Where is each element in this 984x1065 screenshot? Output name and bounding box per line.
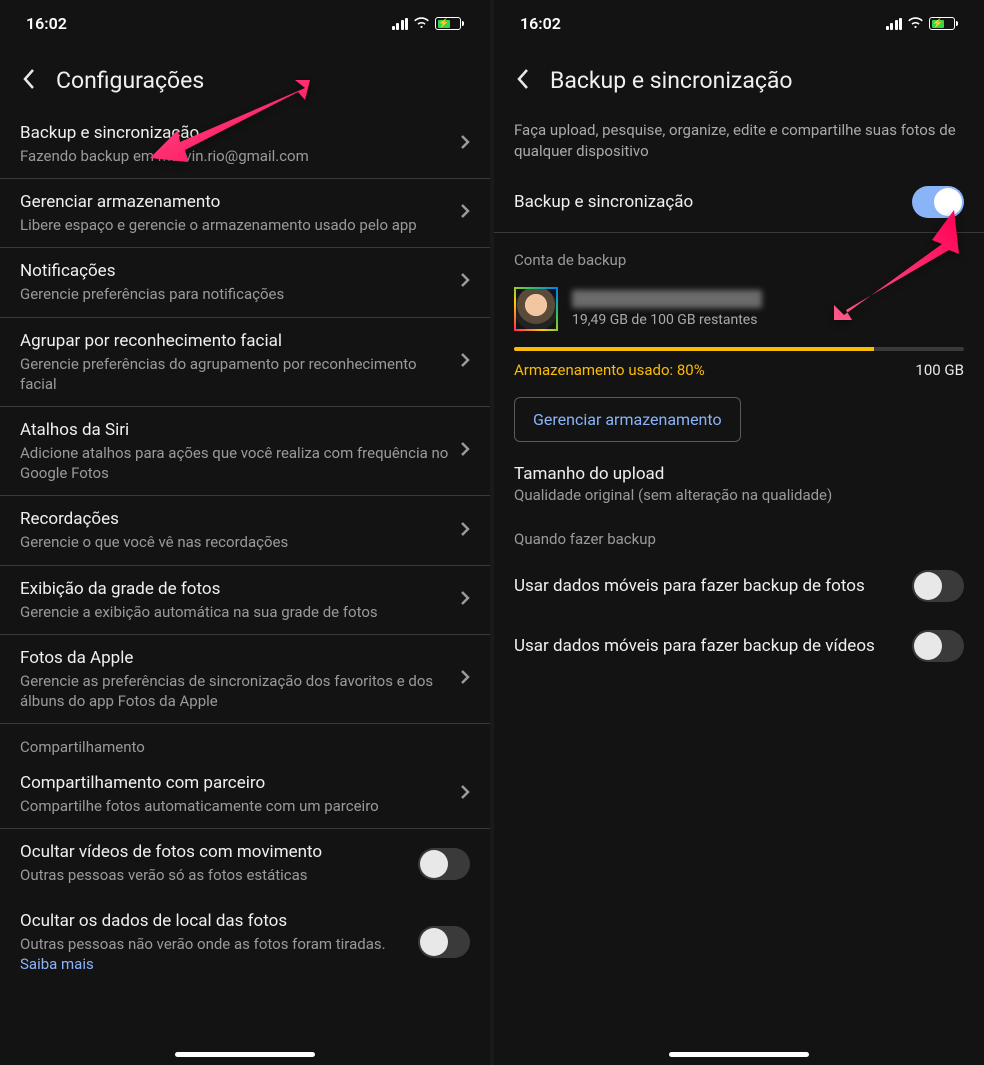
row-title: Exibição da grade de fotos <box>20 578 450 601</box>
row-notifications[interactable]: Notificações Gerencie preferências para … <box>0 248 490 317</box>
row-memories[interactable]: Recordações Gerencie o que você vê nas r… <box>0 496 490 565</box>
row-subtitle: Gerencie preferências para notificações <box>20 284 450 304</box>
section-header-account: Conta de backup <box>494 233 984 273</box>
chevron-right-icon <box>460 521 470 541</box>
toggle-mobile-videos[interactable] <box>912 630 964 662</box>
wifi-icon <box>907 14 924 33</box>
account-row[interactable]: 19,49 GB de 100 GB restantes <box>494 273 984 339</box>
row-subtitle: Outras pessoas verão só as fotos estátic… <box>20 865 408 885</box>
row-manage-storage[interactable]: Gerenciar armazenamento Libere espaço e … <box>0 179 490 248</box>
chevron-right-icon <box>460 352 470 372</box>
chevron-right-icon <box>460 203 470 223</box>
row-upload-size[interactable]: Tamanho do upload Qualidade original (se… <box>494 448 984 510</box>
manage-storage-button[interactable]: Gerenciar armazenamento <box>514 397 741 442</box>
avatar <box>514 287 558 331</box>
row-subtitle: Qualidade original (sem alteração na qua… <box>514 486 964 504</box>
row-title: Fotos da Apple <box>20 647 450 670</box>
chevron-right-icon <box>460 669 470 689</box>
home-indicator[interactable] <box>175 1052 315 1057</box>
header: Configurações <box>0 39 490 110</box>
chevron-right-icon <box>460 441 470 461</box>
storage-total-label: 100 GB <box>915 361 964 379</box>
learn-more-link[interactable]: Saiba mais <box>20 955 94 973</box>
row-title: Recordações <box>20 508 450 531</box>
status-bar: 16:02 ⚡ <box>0 0 490 39</box>
row-face-grouping[interactable]: Agrupar por reconhecimento facial Gerenc… <box>0 318 490 407</box>
status-bar: 16:02 ⚡ <box>494 0 984 39</box>
cellular-icon <box>392 18 409 30</box>
toggle-mobile-photos[interactable] <box>912 570 964 602</box>
row-subtitle: Adicione atalhos para ações que você rea… <box>20 443 450 484</box>
page-title: Backup e sincronização <box>550 67 793 94</box>
battery-icon: ⚡ <box>929 17 958 30</box>
row-subtitle: Libere espaço e gerencie o armazenamento… <box>20 215 450 235</box>
chevron-right-icon <box>460 590 470 610</box>
page-title: Configurações <box>56 67 204 94</box>
row-subtitle: Gerencie o que você vê nas recordações <box>20 532 450 552</box>
row-title: Gerenciar armazenamento <box>20 191 450 214</box>
row-title: Ocultar vídeos de fotos com movimento <box>20 841 408 864</box>
chevron-right-icon <box>460 272 470 292</box>
account-storage-remaining: 19,49 GB de 100 GB restantes <box>572 312 964 328</box>
row-title: Backup e sincronização <box>20 122 450 145</box>
home-indicator[interactable] <box>669 1052 809 1057</box>
status-icons: ⚡ <box>886 14 959 33</box>
storage-bar-fill <box>514 347 874 351</box>
right-screenshot: 16:02 ⚡ Backup e sincronização Faça uplo… <box>494 0 984 1065</box>
row-grid-layout[interactable]: Exibição da grade de fotos Gerencie a ex… <box>0 566 490 635</box>
row-backup-sync[interactable]: Backup e sincronização Fazendo backup em… <box>0 110 490 179</box>
toggle-hide-motion[interactable] <box>418 848 470 880</box>
row-partner-sharing[interactable]: Compartilhamento com parceiro Compartilh… <box>0 760 490 829</box>
row-hide-location: Ocultar os dados de local das fotos Outr… <box>0 898 490 986</box>
row-title: Compartilhamento com parceiro <box>20 772 450 795</box>
row-siri-shortcuts[interactable]: Atalhos da Siri Adicione atalhos para aç… <box>0 407 490 496</box>
chevron-right-icon <box>460 784 470 804</box>
back-button[interactable] <box>516 68 530 94</box>
toggle-hide-location[interactable] <box>418 926 470 958</box>
status-time: 16:02 <box>26 14 67 33</box>
row-hide-motion-video: Ocultar vídeos de fotos com movimento Ou… <box>0 829 490 897</box>
row-title: Atalhos da Siri <box>20 419 450 442</box>
row-subtitle: Gerencie preferências do agrupamento por… <box>20 354 450 395</box>
storage-used-label: Armazenamento usado: 80% <box>514 361 705 379</box>
wifi-icon <box>413 14 430 33</box>
row-apple-photos[interactable]: Fotos da Apple Gerencie as preferências … <box>0 635 490 724</box>
row-title: Agrupar por reconhecimento facial <box>20 330 450 353</box>
section-header-sharing: Compartilhamento <box>0 724 490 760</box>
row-title: Notificações <box>20 260 450 283</box>
chevron-right-icon <box>460 134 470 154</box>
status-time: 16:02 <box>520 14 561 33</box>
row-title: Tamanho do upload <box>514 464 964 484</box>
option-label: Usar dados móveis para fazer backup de f… <box>514 576 865 596</box>
settings-list: Backup e sincronização Fazendo backup em… <box>0 110 490 986</box>
row-subtitle: Outras pessoas não verão onde as fotos f… <box>20 934 408 975</box>
storage-meter: Armazenamento usado: 80% 100 GB <box>494 339 984 379</box>
row-mobile-data-videos: Usar dados móveis para fazer backup de v… <box>494 616 984 676</box>
back-button[interactable] <box>22 68 36 94</box>
section-header-when: Quando fazer backup <box>494 510 984 556</box>
row-subtitle: Gerencie as preferências de sincronizaçã… <box>20 671 450 712</box>
row-subtitle: Fazendo backup em marvin.rio@gmail.com <box>20 146 450 166</box>
header: Backup e sincronização <box>494 39 984 110</box>
row-title: Ocultar os dados de local das fotos <box>20 910 408 933</box>
toggle-backup-sync[interactable] <box>912 186 964 218</box>
row-subtitle: Gerencie a exibição automática na sua gr… <box>20 602 450 622</box>
row-backup-sync-toggle: Backup e sincronização <box>494 176 984 233</box>
row-subtitle: Compartilhe fotos automaticamente com um… <box>20 796 450 816</box>
status-icons: ⚡ <box>392 14 465 33</box>
battery-icon: ⚡ <box>435 17 464 30</box>
toggle-label: Backup e sincronização <box>514 191 693 214</box>
row-mobile-data-photos: Usar dados móveis para fazer backup de f… <box>494 556 984 616</box>
page-description: Faça upload, pesquise, organize, edite e… <box>494 110 984 176</box>
account-name-redacted <box>572 290 762 308</box>
option-label: Usar dados móveis para fazer backup de v… <box>514 636 875 656</box>
cellular-icon <box>886 18 903 30</box>
left-screenshot: 16:02 ⚡ Configurações Backup e sincroniz… <box>0 0 490 1065</box>
